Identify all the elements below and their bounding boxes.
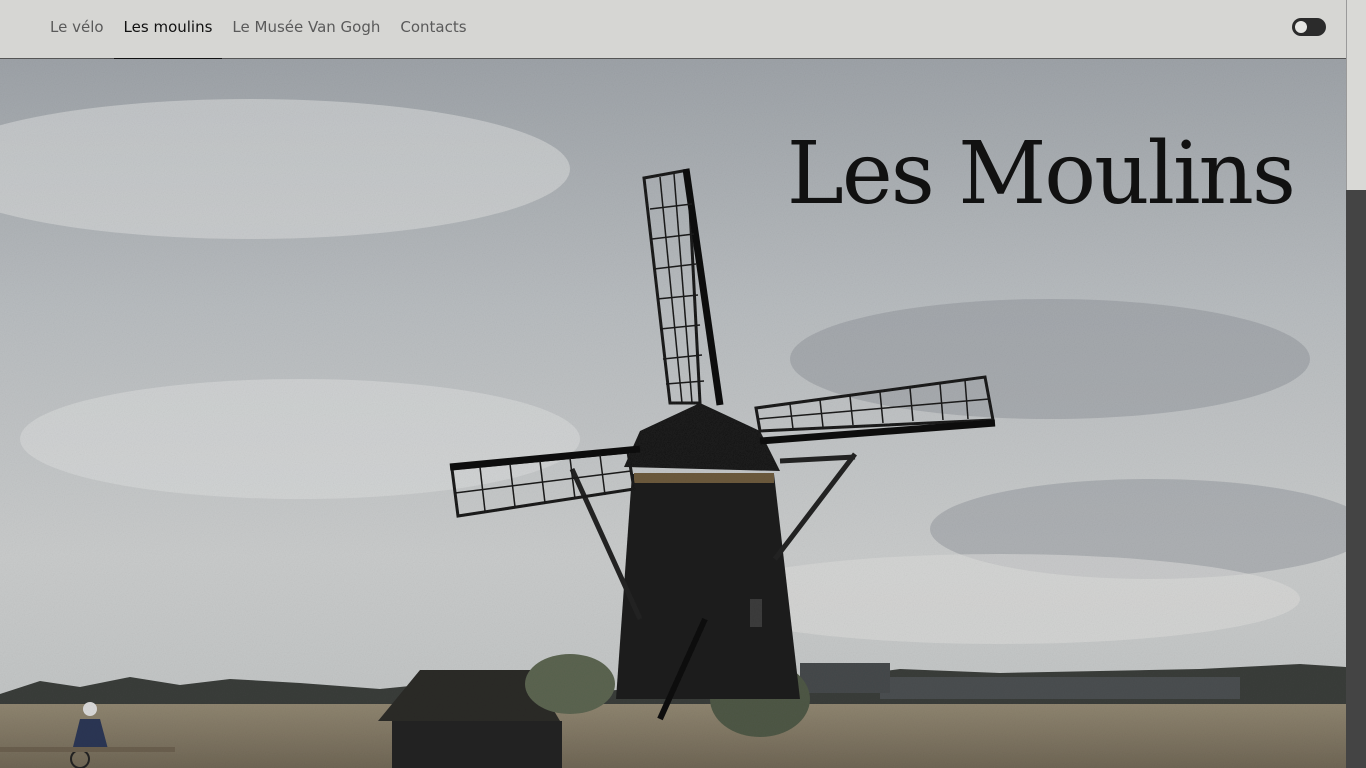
hero-section: Les Moulins: [0, 59, 1346, 768]
nav-item-contacts[interactable]: Contacts: [390, 0, 476, 59]
nav-item-le-velo[interactable]: Le vélo: [40, 0, 114, 59]
nav-menu: Le vélo Les moulins Le Musée Van Gogh Co…: [40, 0, 477, 60]
page-title: Les Moulins: [786, 124, 1296, 224]
nav-item-les-moulins[interactable]: Les moulins: [113, 0, 223, 60]
toggle-switch-icon: [1295, 21, 1307, 33]
theme-toggle[interactable]: [1292, 18, 1326, 36]
nav-item-musee-van-gogh[interactable]: Le Musée Van Gogh: [222, 0, 390, 59]
scrollbar[interactable]: [1346, 0, 1366, 768]
top-navigation: Le vélo Les moulins Le Musée Van Gogh Co…: [0, 0, 1346, 60]
scrollbar-thumb[interactable]: [1346, 0, 1366, 190]
